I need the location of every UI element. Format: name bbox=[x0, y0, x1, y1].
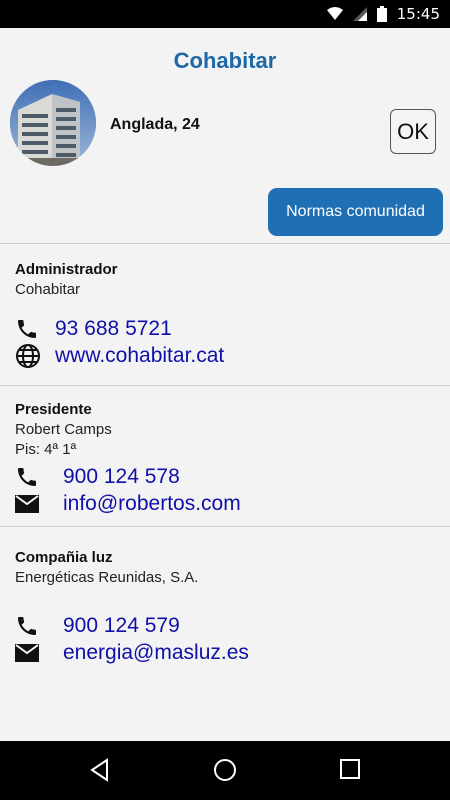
home-icon[interactable] bbox=[213, 758, 237, 787]
phone-icon bbox=[15, 464, 43, 490]
phone-icon bbox=[15, 316, 43, 342]
admin-web-row[interactable]: www.cohabitar.cat bbox=[15, 343, 224, 369]
status-bar: 15:45 bbox=[0, 0, 450, 28]
divider bbox=[0, 526, 450, 527]
president-phone-row[interactable]: 900 124 578 bbox=[15, 464, 180, 490]
building-image bbox=[10, 80, 96, 166]
admin-section: Administrador Cohabitar bbox=[15, 260, 435, 300]
electricity-email[interactable]: energia@masluz.es bbox=[63, 641, 249, 665]
admin-phone[interactable]: 93 688 5721 bbox=[55, 317, 172, 341]
signal-icon bbox=[352, 7, 367, 21]
community-rules-button[interactable]: Normas comunidad bbox=[268, 188, 443, 236]
admin-phone-row[interactable]: 93 688 5721 bbox=[15, 316, 172, 342]
president-phone[interactable]: 900 124 578 bbox=[63, 465, 180, 489]
ok-button[interactable]: OK bbox=[390, 109, 436, 154]
divider bbox=[0, 385, 450, 386]
admin-heading: Administrador bbox=[15, 261, 118, 278]
president-email-row[interactable]: info@robertos.com bbox=[15, 491, 241, 517]
phone-icon bbox=[15, 613, 43, 639]
back-icon[interactable] bbox=[89, 758, 111, 787]
president-heading: Presidente bbox=[15, 401, 92, 418]
admin-website[interactable]: www.cohabitar.cat bbox=[55, 344, 224, 368]
battery-icon bbox=[376, 6, 387, 22]
recent-apps-icon[interactable] bbox=[339, 758, 361, 785]
navigation-bar bbox=[0, 741, 450, 800]
president-email[interactable]: info@robertos.com bbox=[63, 492, 241, 516]
globe-icon bbox=[15, 343, 43, 369]
divider bbox=[0, 243, 450, 244]
electricity-phone[interactable]: 900 124 579 bbox=[63, 614, 180, 638]
electricity-phone-row[interactable]: 900 124 579 bbox=[15, 613, 180, 639]
building-avatar bbox=[10, 80, 96, 166]
electricity-heading: Compañia luz bbox=[15, 549, 113, 566]
envelope-icon bbox=[15, 640, 43, 666]
electricity-company: Energéticas Reunidas, S.A. bbox=[15, 569, 199, 586]
envelope-icon bbox=[15, 491, 43, 517]
electricity-email-row[interactable]: energia@masluz.es bbox=[15, 640, 249, 666]
wifi-icon bbox=[326, 7, 343, 20]
community-address: Anglada, 24 bbox=[110, 116, 200, 133]
clock: 15:45 bbox=[396, 5, 440, 23]
president-flat: Pis: 4ª 1ª bbox=[15, 441, 77, 458]
electricity-section: Compañia luz Energéticas Reunidas, S.A. bbox=[15, 548, 435, 588]
president-name: Robert Camps bbox=[15, 421, 112, 438]
page-title: Cohabitar bbox=[173, 48, 277, 73]
president-section: Presidente Robert Camps Pis: 4ª 1ª bbox=[15, 400, 435, 460]
admin-name: Cohabitar bbox=[15, 281, 81, 298]
